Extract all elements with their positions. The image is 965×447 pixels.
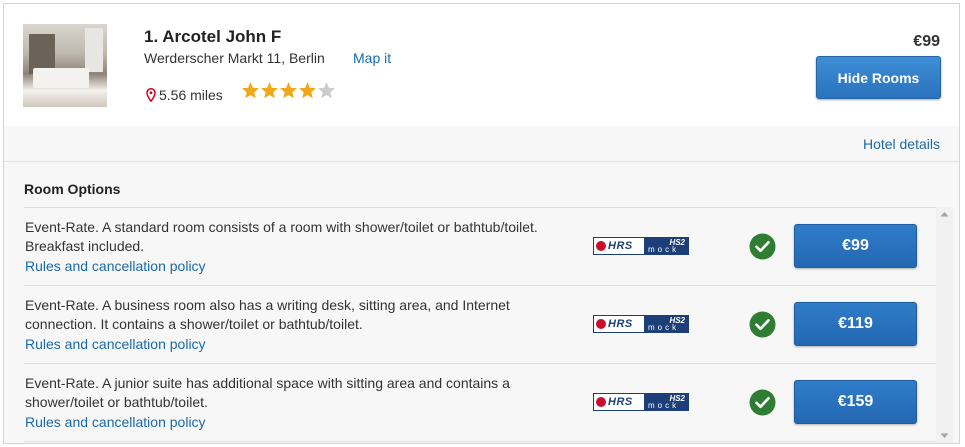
cancellation-policy-link[interactable]: Rules and cancellation policy: [25, 414, 206, 430]
hide-rooms-button[interactable]: Hide Rooms: [816, 56, 941, 99]
scroll-down-arrow-icon[interactable]: [936, 429, 953, 443]
book-room-button[interactable]: €159: [794, 380, 917, 424]
scroll-up-arrow-icon[interactable]: [936, 207, 953, 221]
star-icon: [242, 82, 259, 99]
book-room-button[interactable]: €119: [794, 302, 917, 346]
hotel-header: 1. Arcotel John F Werderscher Markt 11, …: [4, 4, 959, 126]
hotel-distance: 5.56 miles: [146, 87, 223, 103]
room-row: Event-Rate. A business room also has a w…: [24, 286, 936, 364]
star-rating: [241, 81, 336, 100]
star-icon: [299, 82, 316, 99]
room-list-scrollbar[interactable]: [936, 207, 953, 443]
cancellation-policy-link[interactable]: Rules and cancellation policy: [25, 336, 206, 352]
hotel-price: €99: [913, 33, 940, 50]
room-list: Event-Rate. A standard room consists of …: [24, 207, 936, 442]
hrs-provider-logo: HRS HS2 mock: [593, 393, 689, 411]
map-it-link[interactable]: Map it: [353, 50, 391, 66]
check-circle-icon: [749, 389, 776, 416]
distance-label: 5.56 miles: [159, 87, 223, 103]
hotel-card: 1. Arcotel John F Werderscher Markt 11, …: [3, 3, 960, 444]
room-description: Event-Rate. A junior suite has additiona…: [25, 375, 510, 410]
room-description: Event-Rate. A standard room consists of …: [25, 219, 538, 254]
room-options-title: Room Options: [24, 181, 121, 197]
check-circle-icon: [749, 311, 776, 338]
hrs-provider-logo: HRS HS2 mock: [593, 237, 689, 255]
star-icon: [318, 82, 335, 99]
room-row: Event-Rate. A junior suite has additiona…: [24, 364, 936, 442]
room-options-section: Room Options Event-Rate. A standard room…: [4, 162, 959, 443]
star-icon: [280, 82, 297, 99]
star-icon: [261, 82, 278, 99]
check-circle-icon: [749, 233, 776, 260]
location-pin-icon: [146, 88, 156, 102]
hotel-details-bar: Hotel details: [4, 126, 959, 162]
cancellation-policy-link[interactable]: Rules and cancellation policy: [25, 258, 206, 274]
book-room-button[interactable]: €99: [794, 224, 917, 268]
hotel-address: Werderscher Markt 11, Berlin: [144, 50, 325, 66]
hrs-provider-logo: HRS HS2 mock: [593, 315, 689, 333]
room-description: Event-Rate. A business room also has a w…: [25, 297, 510, 332]
hotel-title[interactable]: 1. Arcotel John F: [144, 27, 281, 47]
room-row: Event-Rate. A standard room consists of …: [24, 208, 936, 286]
hotel-details-link[interactable]: Hotel details: [863, 136, 940, 152]
hotel-photo[interactable]: [23, 24, 107, 107]
